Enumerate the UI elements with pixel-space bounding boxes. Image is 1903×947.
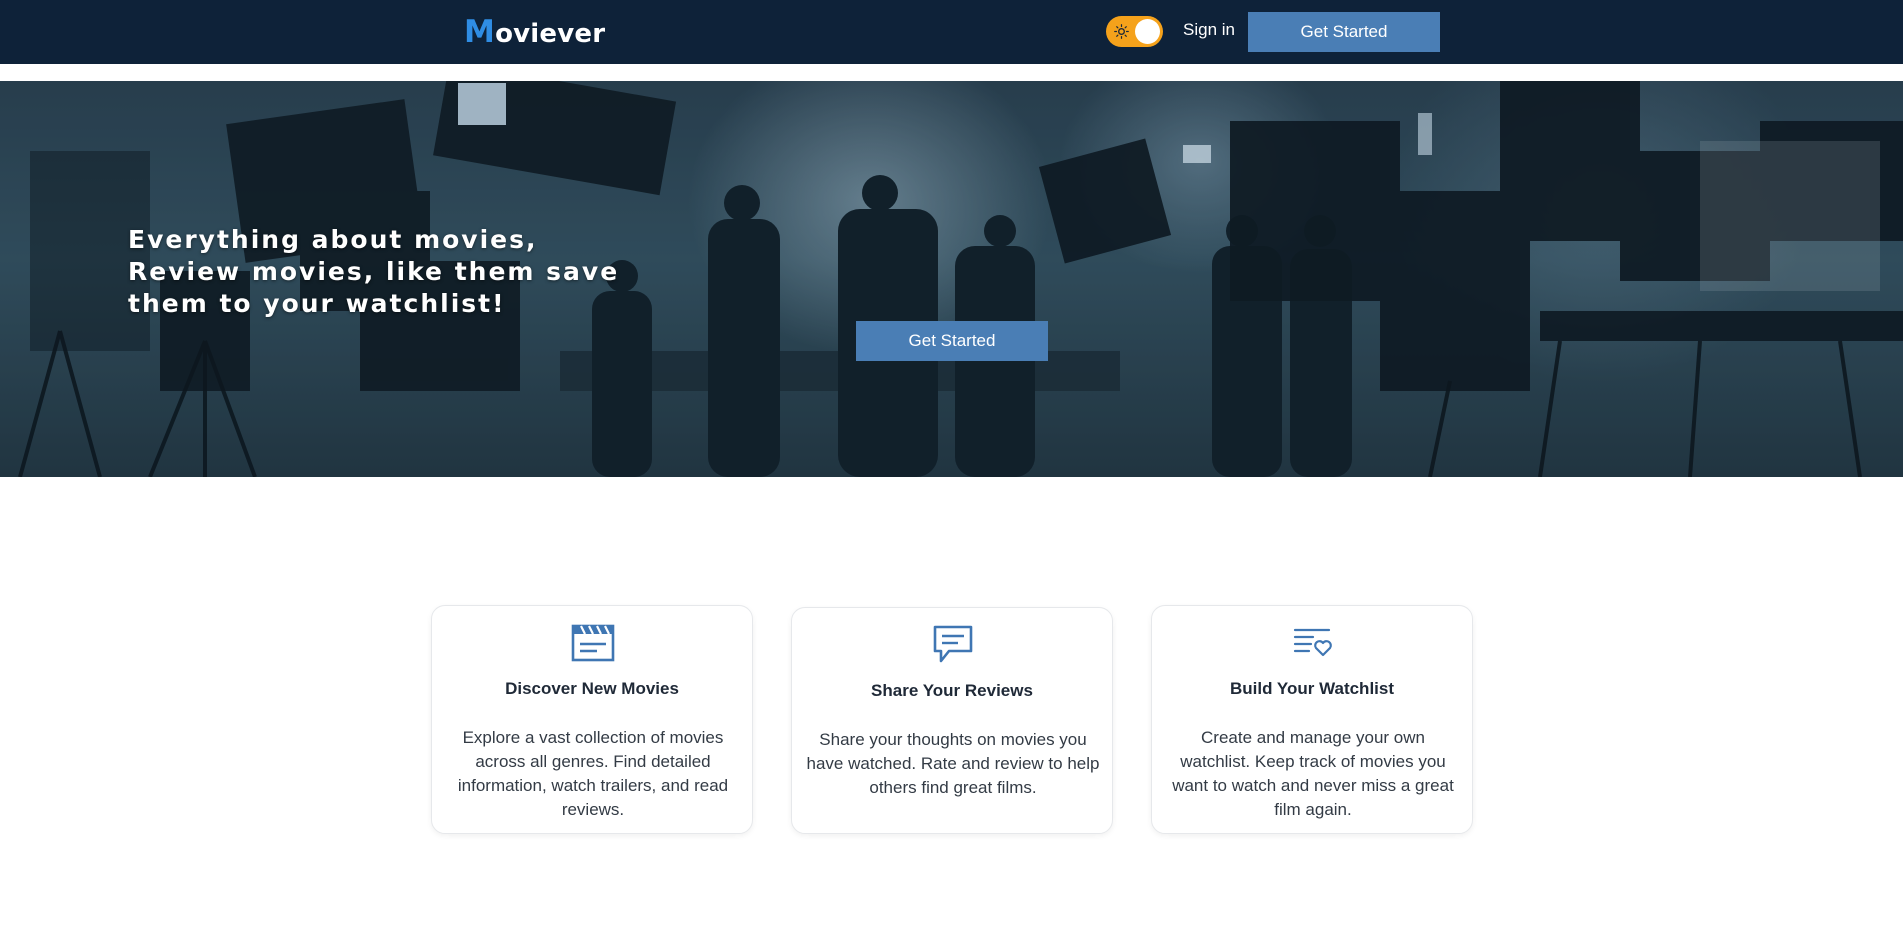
logo-text: oviever — [495, 19, 606, 49]
feature-card-reviews: Share Your Reviews Share your thoughts o… — [791, 607, 1113, 834]
logo[interactable]: Moviever — [464, 14, 605, 50]
card-description: Create and manage your own watchlist. Ke… — [1172, 728, 1454, 819]
hero-heading: Everything about movies, Review movies, … — [128, 225, 620, 318]
card-title: Share Your Reviews — [871, 681, 1033, 700]
navbar: Moviever Sign in Get Started — [0, 0, 1903, 64]
card-description: Share your thoughts on movies you have w… — [806, 730, 1100, 797]
hero-get-started-button[interactable]: Get Started — [856, 321, 1048, 361]
clapperboard-icon — [571, 624, 615, 662]
logo-initial: M — [464, 14, 496, 50]
get-started-button[interactable]: Get Started — [1248, 12, 1440, 52]
sun-icon — [1114, 24, 1129, 39]
toggle-knob — [1135, 19, 1160, 44]
feature-card-discover: Discover New Movies Explore a vast colle… — [431, 605, 753, 834]
chat-bubble-icon — [933, 625, 973, 663]
theme-toggle[interactable] — [1106, 16, 1163, 47]
feature-card-watchlist: Build Your Watchlist Create and manage y… — [1151, 605, 1473, 834]
signin-link[interactable]: Sign in — [1183, 20, 1235, 40]
card-description: Explore a vast collection of movies acro… — [457, 728, 729, 819]
list-heart-icon — [1293, 628, 1332, 657]
hero-banner: Everything about movies, Review movies, … — [0, 81, 1903, 477]
card-title: Discover New Movies — [505, 679, 679, 698]
card-title: Build Your Watchlist — [1229, 679, 1395, 698]
